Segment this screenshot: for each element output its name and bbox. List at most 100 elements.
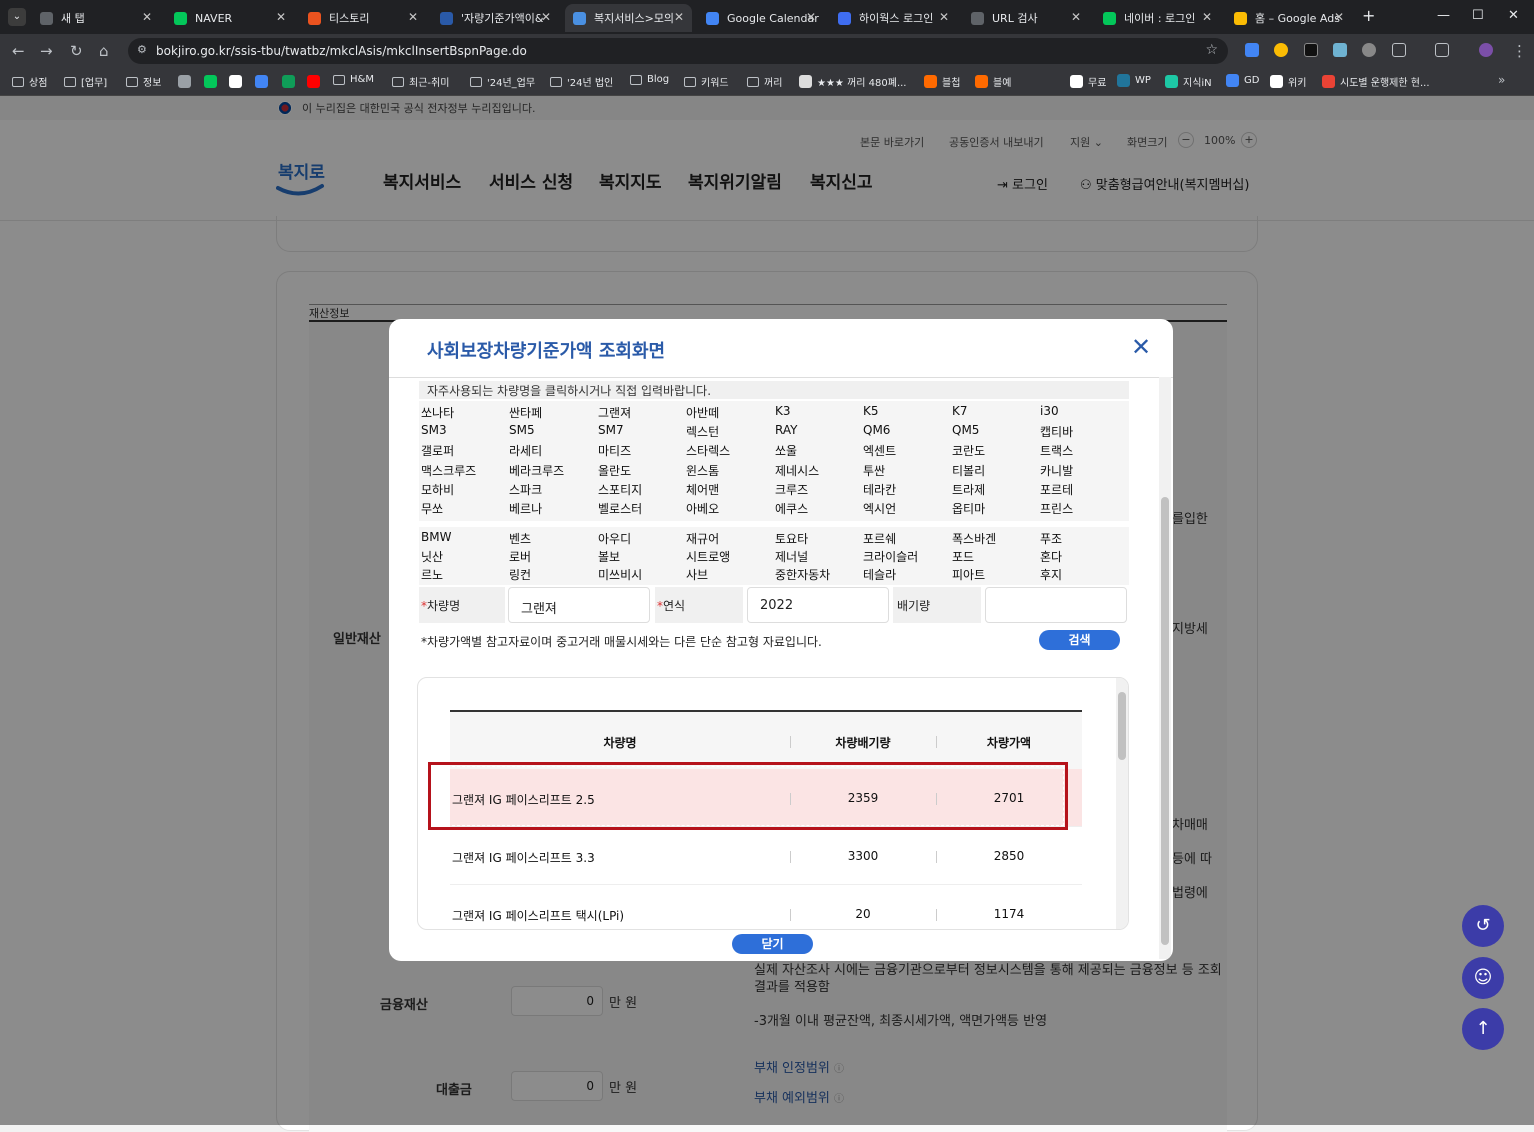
car-name-link[interactable]: 싼타페 [509, 404, 542, 421]
car-name-link[interactable]: 후지 [1040, 566, 1062, 583]
bookmark-item[interactable]: GD [1226, 74, 1259, 87]
car-name-link[interactable]: 맥스크루즈 [421, 462, 476, 479]
car-name-link[interactable]: 올란도 [598, 462, 631, 479]
tab-close-icon[interactable]: ✕ [806, 10, 816, 24]
car-name-link[interactable]: 아반떼 [686, 404, 719, 421]
tab-close-icon[interactable]: ✕ [142, 10, 152, 24]
bookmark-item[interactable]: Blog [630, 74, 669, 85]
car-name-link[interactable]: 트랙스 [1040, 442, 1073, 459]
car-name-link[interactable]: 혼다 [1040, 548, 1062, 565]
car-name-link[interactable]: 크루즈 [775, 481, 808, 498]
tab-close-icon[interactable]: ✕ [1334, 10, 1344, 24]
car-name-link[interactable]: 아우디 [598, 530, 631, 547]
car-name-link[interactable]: K3 [775, 404, 791, 418]
close-icon[interactable]: ✕ [1131, 335, 1151, 359]
tab-active[interactable]: 복지서비스>모의 ✕ [565, 4, 692, 32]
browser-tab[interactable]: 홈 – Google Ads ✕ [1226, 4, 1352, 32]
browser-tab[interactable]: NAVER ✕ [166, 4, 294, 32]
search-button[interactable]: 검색 [1039, 630, 1120, 650]
car-name-link[interactable]: 체어맨 [686, 481, 719, 498]
tab-close-icon[interactable]: ✕ [674, 10, 684, 24]
car-name-link[interactable]: 엑시언 [863, 500, 896, 517]
bookmark-item[interactable]: 키워드 [684, 74, 729, 89]
car-name-link[interactable]: 테라칸 [863, 481, 896, 498]
car-name-link[interactable]: i30 [1040, 404, 1059, 418]
car-name-link[interactable]: 라세티 [509, 442, 542, 459]
scroll-top-icon[interactable]: ↑ [1462, 1008, 1504, 1050]
car-name-link[interactable]: 에쿠스 [775, 500, 808, 517]
profile-avatar[interactable] [1479, 43, 1493, 57]
extension-icon[interactable] [1333, 43, 1347, 57]
chatbot-icon[interactable]: ☺ [1462, 957, 1504, 999]
vehicle-name-input[interactable]: 그랜져 [508, 587, 650, 623]
car-name-link[interactable]: 무쏘 [421, 500, 443, 517]
car-name-link[interactable]: 캡티바 [1040, 423, 1073, 440]
menu-kebab-icon[interactable]: ⋮ [1512, 42, 1527, 60]
car-name-link[interactable]: 크라이슬러 [863, 548, 918, 565]
tab-close-icon[interactable]: ✕ [276, 10, 286, 24]
car-name-link[interactable]: 프린스 [1040, 500, 1073, 517]
close-button[interactable]: 닫기 [732, 934, 813, 954]
bookmark-item[interactable]: 블예 [975, 74, 1011, 89]
car-name-link[interactable]: 스포티지 [598, 481, 642, 498]
bookmark-item[interactable]: '24년 법인 [550, 74, 613, 89]
car-name-link[interactable]: 마티즈 [598, 442, 631, 459]
car-name-link[interactable]: K7 [952, 404, 968, 418]
car-name-link[interactable]: 스파크 [509, 481, 542, 498]
car-name-link[interactable]: 제네시스 [775, 462, 819, 479]
recent-history-icon[interactable]: ↺ [1462, 905, 1504, 947]
car-name-link[interactable]: BMW [421, 530, 451, 544]
bookmark-item[interactable]: 꺼리 [747, 74, 782, 89]
bookmark-star-icon[interactable]: ☆ [1205, 42, 1218, 58]
bookmark-favicon-icon[interactable] [307, 75, 320, 88]
car-name-link[interactable]: 아베오 [686, 500, 719, 517]
bookmark-item[interactable]: 최근-취미 [392, 74, 449, 89]
home-icon[interactable]: ⌂ [99, 42, 109, 60]
browser-tab[interactable]: URL 검사 ✕ [963, 4, 1089, 32]
back-icon[interactable]: ← [12, 42, 25, 60]
car-name-link[interactable]: 포르쉐 [863, 530, 896, 547]
car-name-link[interactable]: SM7 [598, 423, 624, 437]
browser-tab[interactable]: 하이웍스 로그인 ✕ [830, 4, 957, 32]
bookmark-item[interactable]: 정보 [126, 74, 161, 89]
car-name-link[interactable]: 벤츠 [509, 530, 531, 547]
car-name-link[interactable]: 제너널 [775, 548, 808, 565]
car-name-link[interactable]: 포르테 [1040, 481, 1073, 498]
reload-icon[interactable]: ↻ [70, 42, 83, 60]
browser-tab[interactable]: 티스토리 ✕ [300, 4, 426, 32]
car-name-link[interactable]: 로버 [509, 548, 531, 565]
car-name-link[interactable]: 재규어 [686, 530, 719, 547]
car-name-link[interactable]: K5 [863, 404, 879, 418]
bookmark-item[interactable]: [업무] [64, 74, 107, 89]
bookmark-favicon-icon[interactable] [282, 75, 295, 88]
car-name-link[interactable]: 옵티마 [952, 500, 985, 517]
car-name-link[interactable]: 토요타 [775, 530, 808, 547]
bookmark-favicon-icon[interactable] [255, 75, 268, 88]
scrollbar-thumb[interactable] [1118, 692, 1126, 760]
car-name-link[interactable]: 링컨 [509, 566, 531, 583]
car-name-link[interactable]: 모하비 [421, 481, 454, 498]
tab-close-icon[interactable]: ✕ [1202, 10, 1212, 24]
car-name-link[interactable]: 볼보 [598, 548, 620, 565]
maximize-button[interactable]: ☐ [1472, 8, 1484, 23]
browser-tab[interactable]: Google Calendar ✕ [698, 4, 824, 32]
car-name-link[interactable]: 사브 [686, 566, 708, 583]
car-name-link[interactable]: 닛산 [421, 548, 443, 565]
car-name-link[interactable]: 그랜져 [598, 404, 631, 421]
car-name-link[interactable]: 르노 [421, 566, 443, 583]
car-name-link[interactable]: 푸조 [1040, 530, 1062, 547]
car-name-link[interactable]: RAY [775, 423, 797, 437]
car-name-link[interactable]: 카니발 [1040, 462, 1073, 479]
extension-icon[interactable] [1362, 43, 1376, 57]
extension-icon[interactable] [1304, 43, 1318, 57]
window-close-button[interactable]: ✕ [1508, 8, 1519, 23]
bookmark-favicon-icon[interactable] [229, 75, 242, 88]
car-name-link[interactable]: 베르나 [509, 500, 542, 517]
bookmark-item[interactable]: 무료 [1070, 74, 1106, 89]
car-name-link[interactable]: 중한자동차 [775, 566, 830, 583]
address-bar[interactable]: ⚙ bokjiro.go.kr/ssis-tbu/twatbz/mkclAsis… [128, 38, 1228, 64]
bookmark-item[interactable]: ★★★ 꺼리 480폐... [799, 74, 906, 89]
car-name-link[interactable]: 시트로앵 [686, 548, 730, 565]
car-name-link[interactable]: 티볼리 [952, 462, 985, 479]
car-name-link[interactable]: 투싼 [863, 462, 885, 479]
